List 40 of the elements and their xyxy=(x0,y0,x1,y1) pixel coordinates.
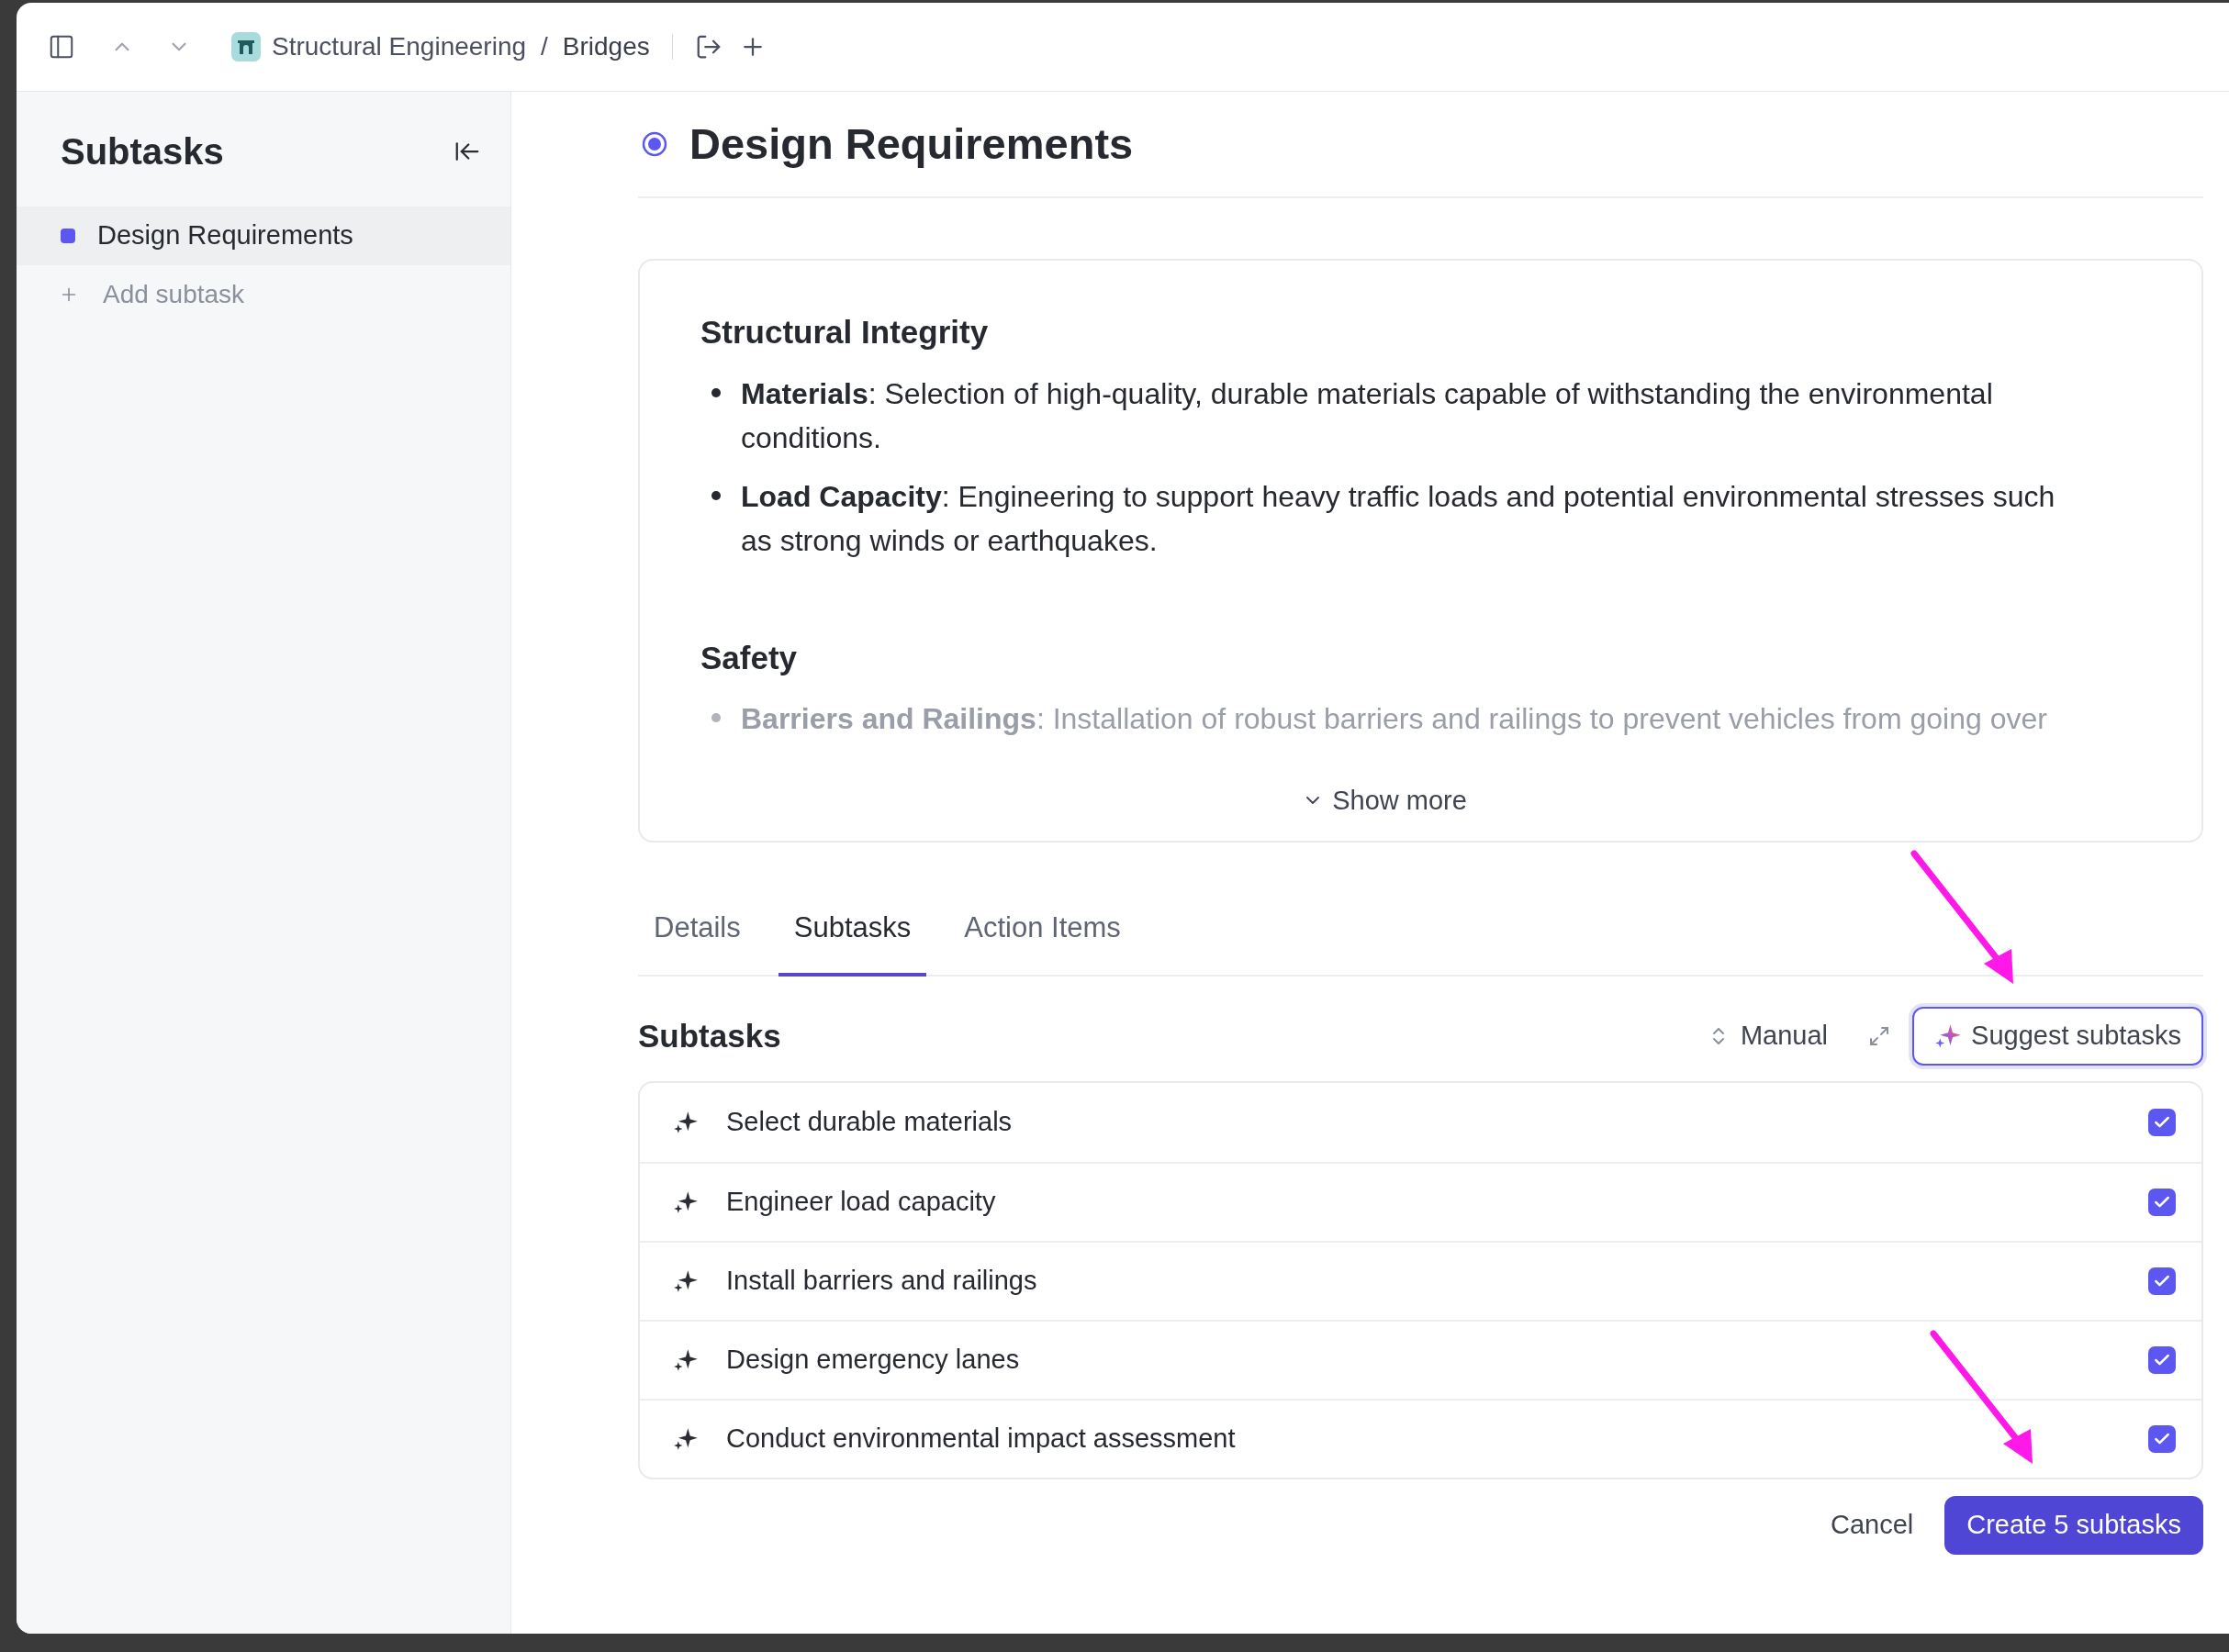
create-subtasks-button[interactable]: Create 5 subtasks xyxy=(1944,1496,2203,1555)
tab[interactable]: Subtasks xyxy=(778,881,927,977)
bullet-text: Barriers and Railings: Installation of robust barriers and railings to prevent vehicles from going over xyxy=(741,701,2047,737)
checkbox[interactable] xyxy=(2148,1346,2176,1374)
bullet-text: Materials: Selection of high-quality, durable materials capable of withstanding the environmental conditions. xyxy=(741,375,1994,456)
checkbox[interactable] xyxy=(2148,1425,2176,1453)
sidebar-toggle-icon[interactable] xyxy=(48,33,75,61)
section-heading: Safety xyxy=(700,638,799,677)
tab[interactable]: Details xyxy=(638,881,756,977)
cancel-button[interactable]: Cancel xyxy=(1820,1497,1925,1554)
checkbox[interactable] xyxy=(2148,1267,2176,1295)
bullet-text: Load Capacity: Engineering to support heavy traffic loads and potential environmental stresses such as strong winds or earthquakes. xyxy=(741,478,2056,559)
sparkle-icon xyxy=(673,1426,699,1452)
sidebar-title: Subtasks xyxy=(61,129,224,173)
subtask-label: Select durable materials xyxy=(726,1106,1014,1139)
subtask-label: Engineer load capacity xyxy=(726,1186,997,1219)
sparkle-icon xyxy=(673,1268,699,1294)
task-title: Design Requirements xyxy=(689,117,1134,170)
show-more-button[interactable]: Show more xyxy=(1306,780,1467,820)
sparkle-icon xyxy=(673,1110,699,1135)
chevron-down-icon xyxy=(1306,797,1320,805)
checkbox[interactable] xyxy=(2148,1109,2176,1136)
subtask-label: Conduct environmental impact assessment xyxy=(726,1423,1237,1456)
sparkle-icon xyxy=(1934,1022,1963,1050)
sort-button[interactable]: Manual xyxy=(1707,1016,1829,1056)
sidebar-item[interactable]: Design Requirements xyxy=(17,206,510,265)
breadcrumb-separator: / xyxy=(541,31,548,62)
sparkle-icon xyxy=(673,1347,699,1373)
section-heading: Structural Integrity xyxy=(700,313,990,352)
breadcrumb-link[interactable]: Bridges xyxy=(562,28,650,66)
breadcrumb-link[interactable]: Structural Engineering xyxy=(272,28,527,66)
status-radio-icon xyxy=(642,131,667,157)
checkbox[interactable] xyxy=(2148,1189,2176,1216)
subtask-label: Install barriers and railings xyxy=(726,1265,1038,1298)
tab[interactable]: Action Items xyxy=(948,881,1137,977)
arch-logo-icon xyxy=(231,32,261,61)
subtask-label: Design emergency lanes xyxy=(726,1344,1021,1377)
expand-icon[interactable] xyxy=(1868,1025,1891,1047)
subtasks-heading: Subtasks xyxy=(638,1016,781,1055)
sparkle-icon xyxy=(673,1189,699,1215)
